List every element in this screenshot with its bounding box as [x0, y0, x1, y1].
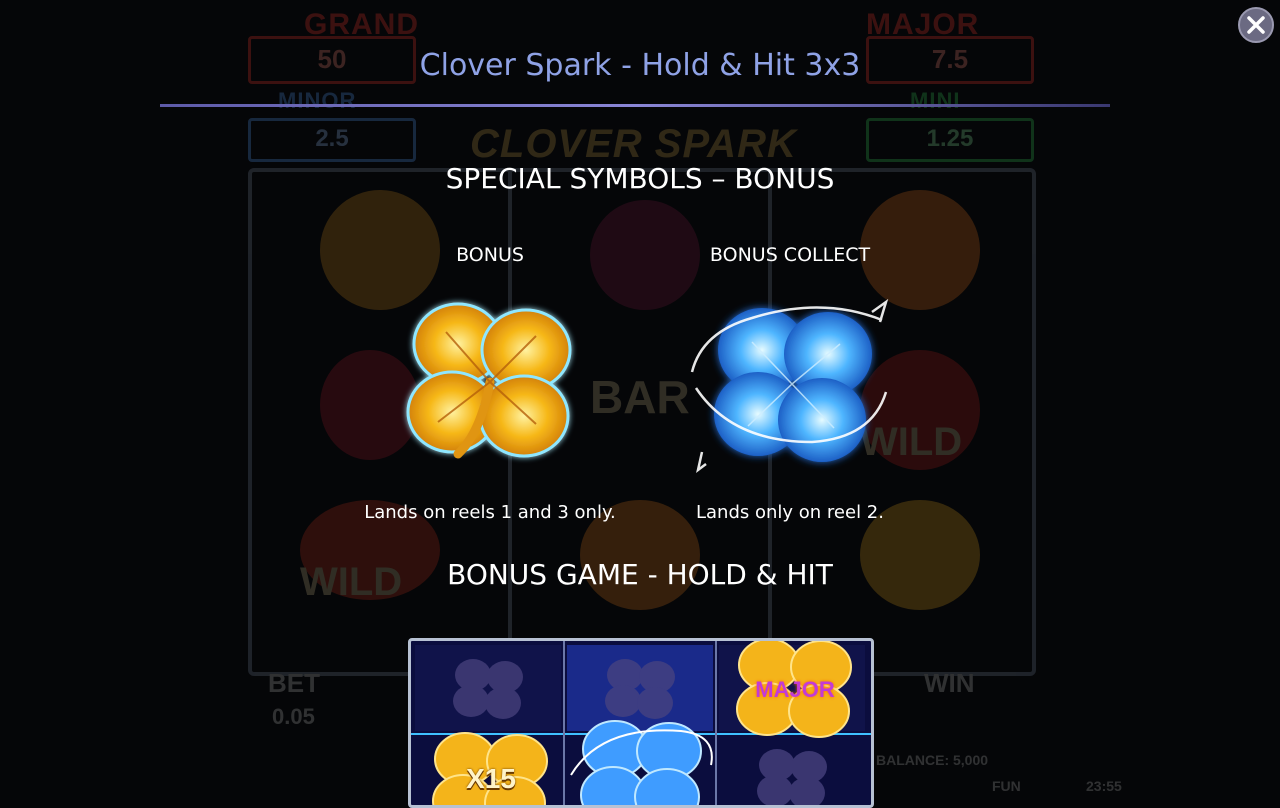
- bonus-collect-symbol-label: BONUS COLLECT: [709, 244, 871, 266]
- mode-text: FUN: [992, 778, 1021, 794]
- title-divider: [160, 104, 1110, 107]
- bonus-collect-symbol-description: Lands only on reel 2.: [696, 502, 884, 523]
- balance-text: BALANCE: 5,000: [876, 752, 989, 768]
- jackpot-minor-title: MINOR: [278, 88, 357, 113]
- empty-clover-icon: [453, 659, 523, 719]
- bonus-symbol-description: Lands on reels 1 and 3 only.: [364, 502, 616, 523]
- jackpot-minor-value: 2.5: [248, 118, 416, 162]
- section-bonus-game-heading: BONUS GAME - HOLD & HIT: [447, 558, 833, 591]
- electric-blue-clover-icon: [690, 298, 889, 474]
- bonus-symbol-label: BONUS: [456, 244, 524, 266]
- electric-blue-clover-icon: [570, 720, 713, 805]
- major-badge: MAJOR: [755, 677, 835, 702]
- close-icon: [1247, 16, 1265, 34]
- modal-title: Clover Spark - Hold & Hit 3x3: [419, 48, 861, 83]
- bet-value: 0.05: [272, 704, 315, 729]
- game-logo: CLOVER SPARK: [470, 122, 797, 166]
- win-label: WIN: [924, 668, 975, 698]
- gold-clover-icon: [406, 302, 572, 459]
- empty-clover-icon: [605, 659, 675, 719]
- close-button[interactable]: [1238, 7, 1274, 43]
- bet-label: BET: [268, 668, 320, 698]
- bonus-collect-symbol-card: [672, 292, 902, 482]
- multiplier-badge: X15: [466, 763, 516, 794]
- section-special-symbols-heading: SPECIAL SYMBOLS – BONUS: [445, 162, 835, 195]
- jackpot-mini-title: MINI: [910, 88, 961, 113]
- hold-and-hit-example-grid: MAJOR X15: [408, 638, 874, 808]
- jackpot-mini-value: 1.25: [866, 118, 1034, 162]
- bonus-symbol-card: [386, 292, 596, 472]
- clock-text: 23:55: [1086, 778, 1122, 794]
- empty-clover-icon: [757, 749, 827, 805]
